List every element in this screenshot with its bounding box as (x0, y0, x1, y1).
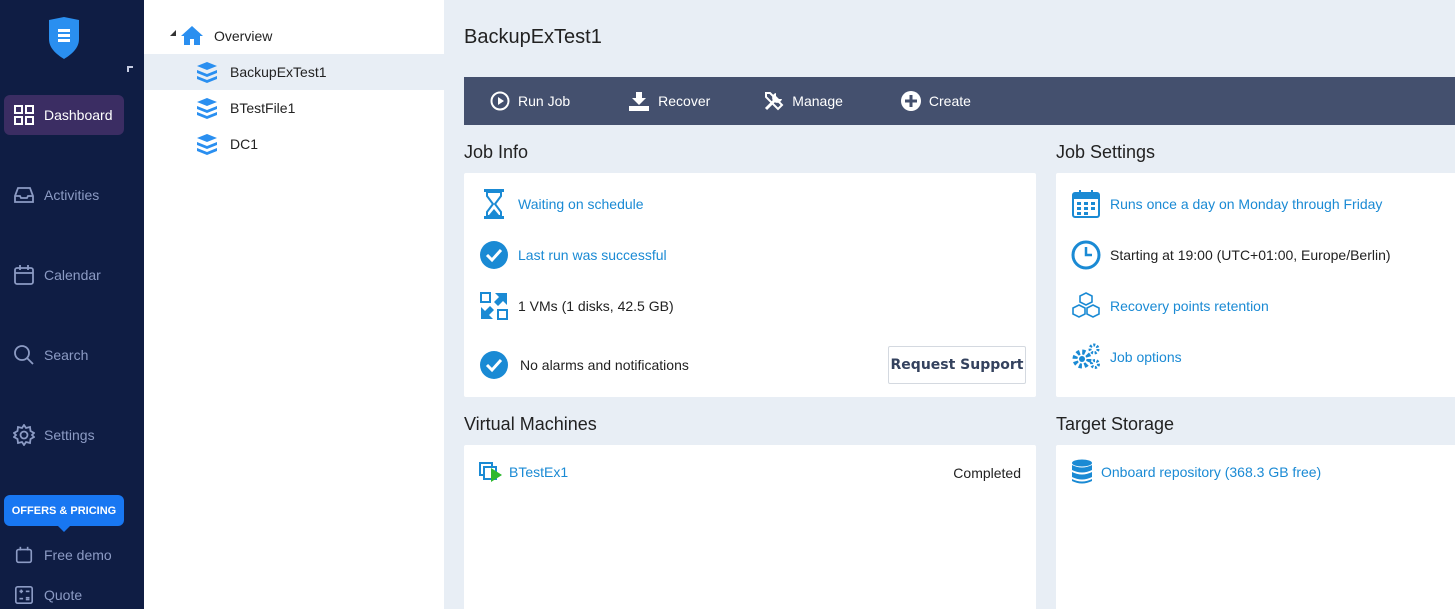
expand-arrows-icon (479, 291, 509, 321)
plus-circle-icon (900, 91, 921, 111)
nav-label: Activities (44, 187, 100, 203)
target-storage-title: Target Storage (1056, 414, 1175, 434)
retention-row: Recovery points retention (1071, 291, 1269, 321)
alarms-row: No alarms and notifications (479, 350, 689, 380)
alarms-text: No alarms and notifications (520, 357, 689, 373)
grid-icon (12, 103, 36, 127)
nav-label: Free demo (44, 547, 112, 563)
offers-pricing-button[interactable]: OFFERS & PRICING (4, 495, 124, 532)
cubes-icon (1071, 291, 1101, 321)
schedule-status-link[interactable]: Waiting on schedule (518, 196, 644, 212)
nav-label: Search (44, 347, 89, 363)
search-icon (12, 343, 36, 367)
run-job-button[interactable]: Run Job (490, 91, 570, 111)
vm-name-link[interactable]: BTestEx1 (509, 464, 568, 480)
recover-label: Recover (658, 93, 711, 109)
database-icon (1071, 459, 1093, 485)
schedule-link[interactable]: Runs once a day on Monday through Friday (1110, 196, 1382, 212)
job-options-row: Job options (1071, 342, 1182, 372)
monitor-icon (12, 543, 36, 567)
tree-item-label: BackupExTest1 (230, 64, 327, 80)
job-settings-title: Job Settings (1056, 142, 1156, 162)
job-stack-icon (197, 62, 217, 83)
nav-label: Quote (44, 587, 83, 603)
nav-dashboard[interactable]: Dashboard (4, 95, 124, 135)
last-run-link[interactable]: Last run was successful (518, 247, 667, 263)
vm-status-text: Completed (953, 465, 1021, 481)
schedule-status-row: Waiting on schedule (479, 189, 644, 219)
last-run-row: Last run was successful (479, 240, 667, 270)
tree-item-overview[interactable]: Overview (144, 18, 444, 54)
job-info-card: Waiting on schedule Last run was success… (464, 173, 1036, 397)
schedule-row: Runs once a day on Monday through Friday (1071, 189, 1382, 219)
page-title: BackupExTest1 (464, 26, 602, 48)
tools-icon (765, 92, 784, 111)
repository-link[interactable]: Onboard repository (368.3 GB free) (1101, 464, 1321, 480)
nav-free-demo[interactable]: Free demo (4, 535, 124, 575)
nav-label: Dashboard (44, 107, 113, 123)
inbox-icon (12, 183, 36, 207)
calculator-icon (12, 583, 36, 607)
tree-item-job[interactable]: BackupExTest1 (144, 54, 444, 90)
vms-summary-text: 1 VMs (1 disks, 42.5 GB) (518, 298, 674, 314)
sidebar: Dashboard Activities Calendar Search Set… (0, 0, 144, 609)
target-storage-card: Onboard repository (368.3 GB free) (1056, 445, 1455, 609)
nav-settings[interactable]: Settings (4, 415, 124, 455)
tree-item-label: Overview (214, 28, 273, 44)
vms-summary-row: 1 VMs (1 disks, 42.5 GB) (479, 291, 674, 321)
shield-logo-icon[interactable] (47, 17, 81, 59)
gear-icon (12, 423, 36, 447)
retention-link[interactable]: Recovery points retention (1110, 298, 1269, 314)
virtual-machines-title: Virtual Machines (464, 414, 597, 434)
play-circle-icon (490, 91, 510, 111)
tree-item-job[interactable]: DC1 (144, 126, 444, 162)
start-time-row: Starting at 19:00 (UTC+01:00, Europe/Ber… (1071, 240, 1391, 270)
calendar-icon (12, 263, 36, 287)
tree-item-job[interactable]: BTestFile1 (144, 90, 444, 126)
manage-label: Manage (792, 93, 843, 109)
hourglass-icon (479, 189, 509, 219)
check-circle-icon (479, 350, 509, 380)
job-stack-icon (197, 98, 217, 119)
job-tree: Overview BackupExTest1 BTestFile1 DC1 (144, 0, 444, 609)
start-time-text: Starting at 19:00 (UTC+01:00, Europe/Ber… (1110, 247, 1391, 263)
main-content: BackupExTest1 Run Job Recover Manage Cre… (444, 0, 1455, 609)
nav-label: Calendar (44, 267, 101, 283)
job-info-title: Job Info (464, 142, 529, 162)
home-icon (181, 26, 203, 45)
nav-label: Settings (44, 427, 95, 443)
clock-icon (1071, 240, 1101, 270)
vm-status-icon (479, 461, 503, 483)
nav-calendar[interactable]: Calendar (4, 255, 124, 295)
repository-row: Onboard repository (368.3 GB free) (1071, 459, 1321, 485)
virtual-machines-card: BTestEx1 Completed (464, 445, 1036, 609)
create-label: Create (928, 93, 971, 109)
recover-button[interactable]: Recover (628, 91, 710, 111)
download-icon (629, 92, 650, 111)
gears-icon (1071, 342, 1101, 372)
action-toolbar: Run Job Recover Manage Create (464, 77, 1455, 125)
vm-row[interactable]: BTestEx1 (479, 461, 568, 483)
nav-search[interactable]: Search (4, 335, 124, 375)
run-job-label: Run Job (518, 93, 571, 109)
create-button[interactable]: Create (900, 91, 971, 111)
job-stack-icon (197, 134, 217, 155)
nav-quote[interactable]: Quote (4, 575, 124, 609)
job-options-link[interactable]: Job options (1110, 349, 1182, 365)
calendar-icon (1071, 189, 1101, 219)
manage-button[interactable]: Manage (764, 91, 843, 111)
tree-item-label: BTestFile1 (230, 100, 296, 116)
tree-item-label: DC1 (230, 136, 259, 152)
check-circle-icon (479, 240, 509, 270)
nav-activities[interactable]: Activities (4, 175, 124, 215)
job-settings-card: Runs once a day on Monday through Friday… (1056, 173, 1455, 397)
collapse-sidebar-icon[interactable] (127, 66, 133, 72)
request-support-button[interactable]: Request Support (888, 346, 1026, 384)
